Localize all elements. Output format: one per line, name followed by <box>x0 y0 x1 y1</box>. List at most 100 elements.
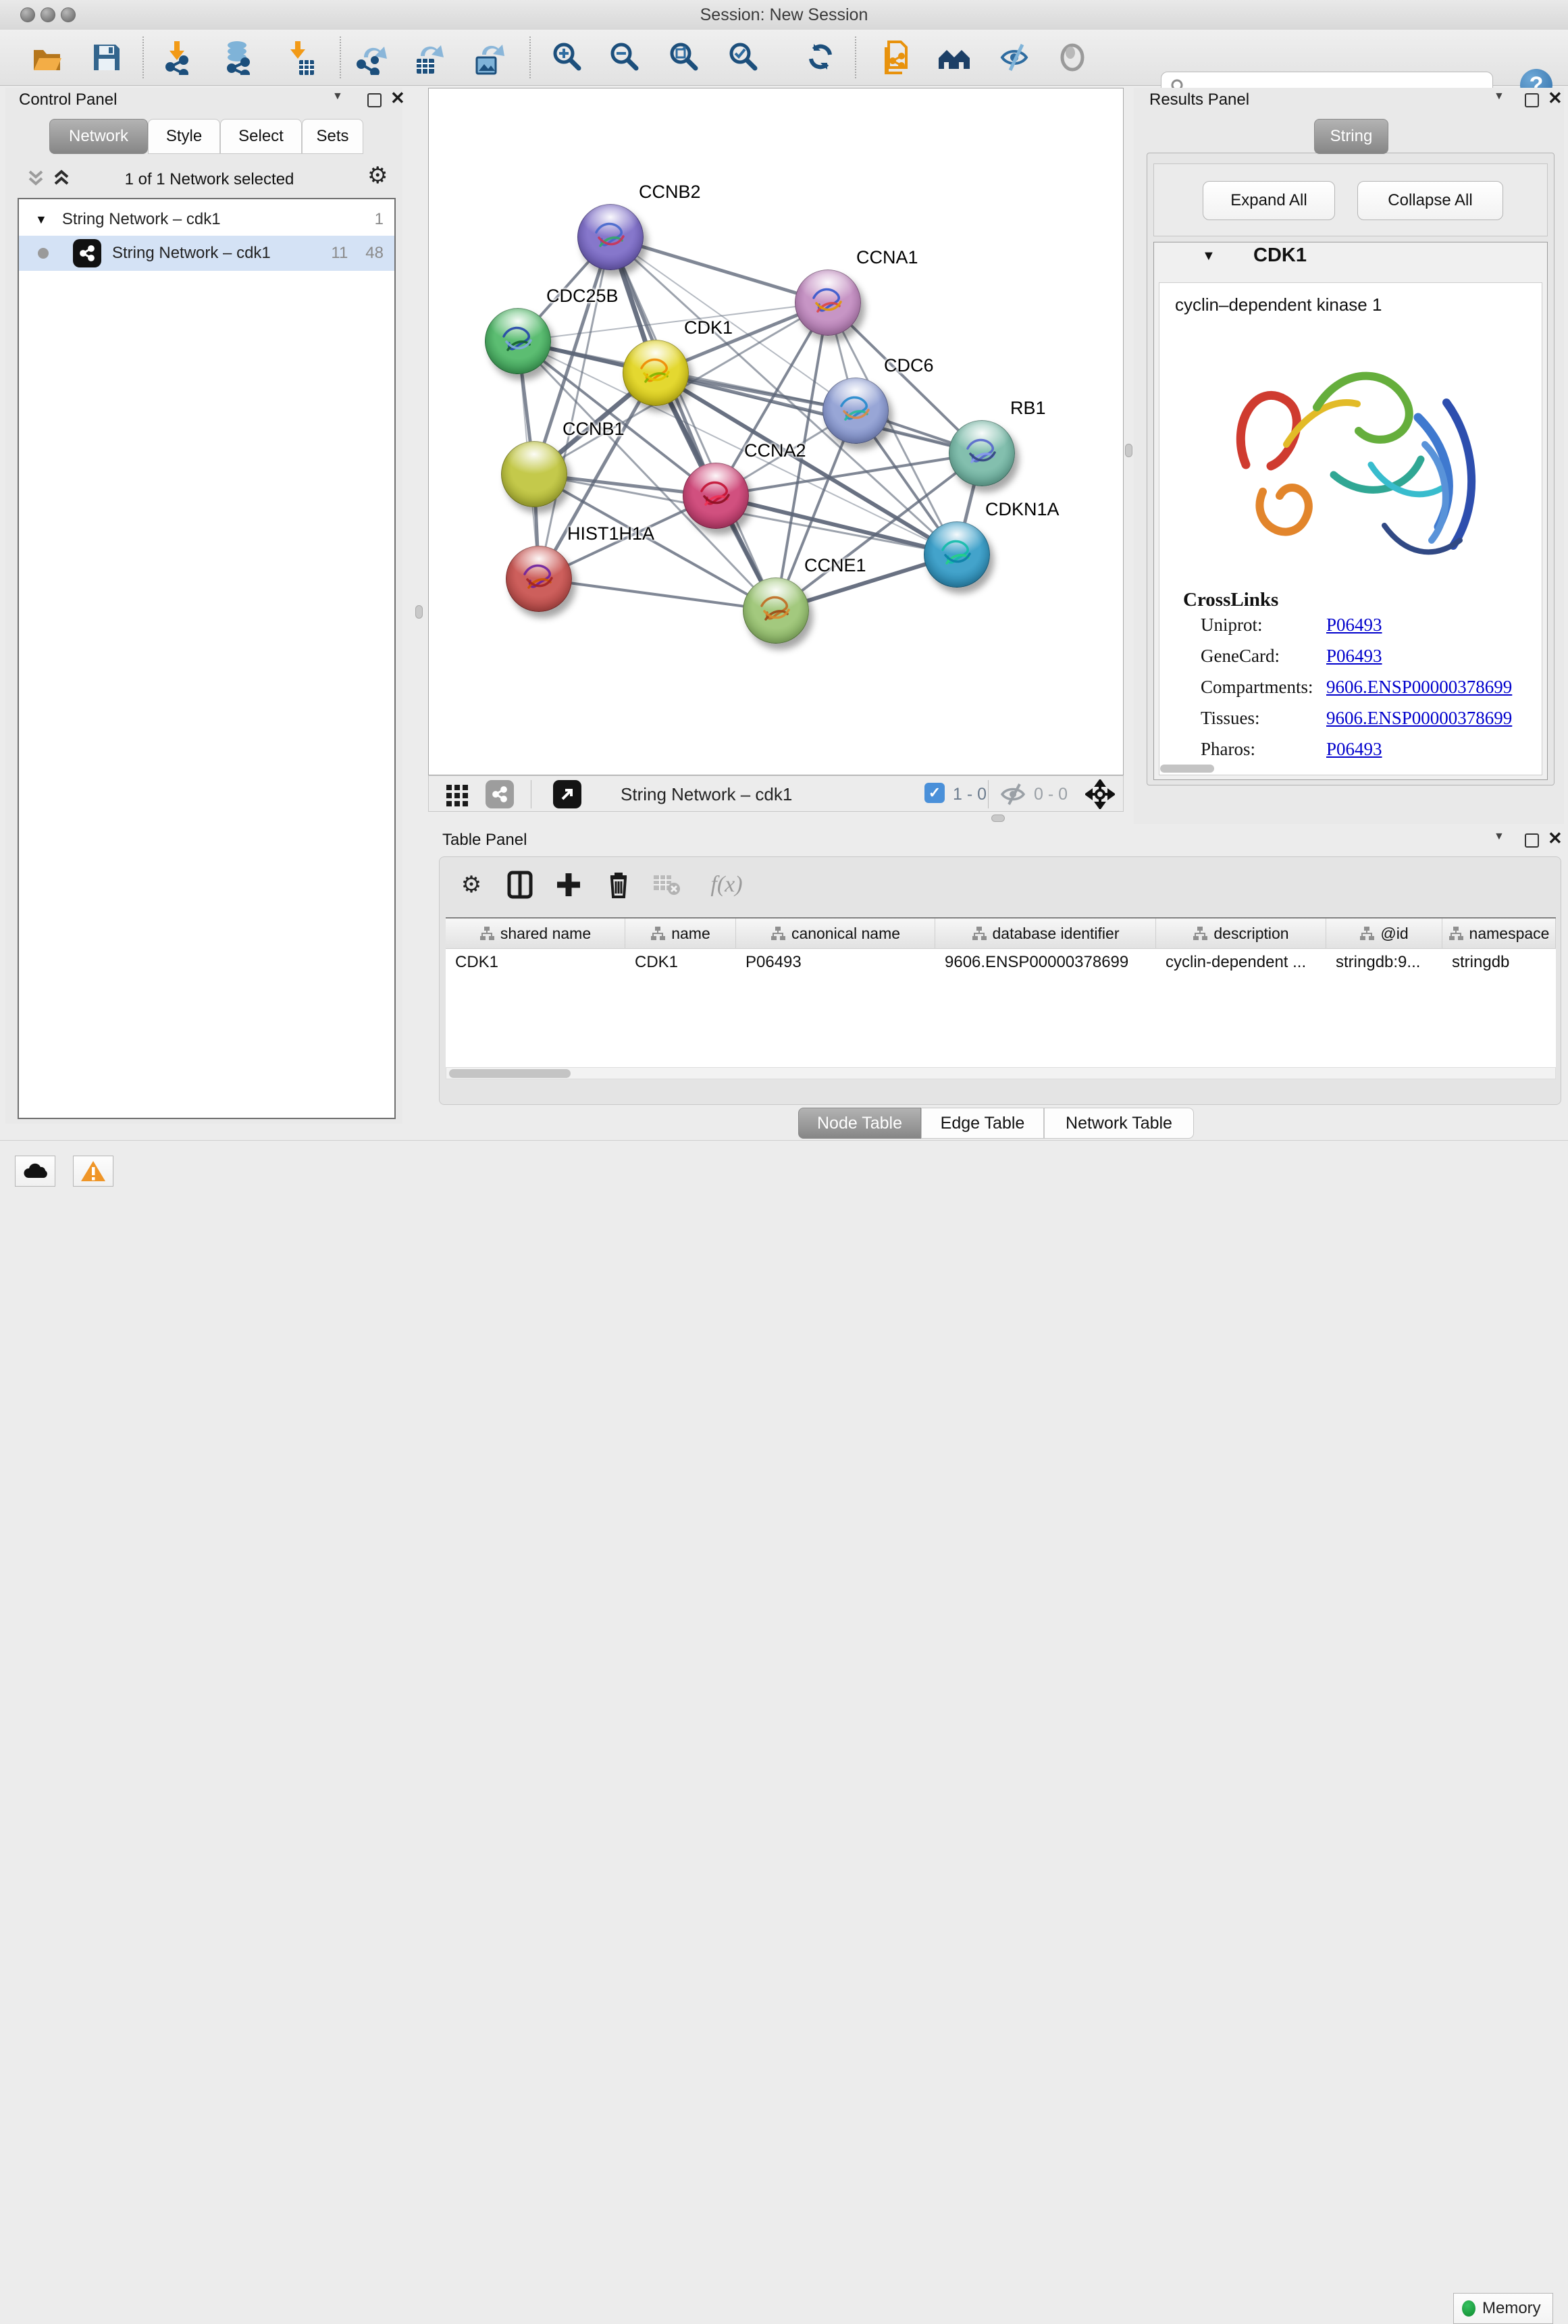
table-cell[interactable]: stringdb:9... <box>1326 949 1442 976</box>
network-node-CCNA1[interactable] <box>795 269 861 336</box>
tab-style[interactable]: Style <box>148 119 220 154</box>
crosslink-link[interactable]: P06493 <box>1326 615 1382 642</box>
warning-status-icon[interactable] <box>73 1156 113 1187</box>
control-panel-menu-icon[interactable] <box>332 91 343 103</box>
right-splitter-handle[interactable] <box>1125 444 1132 457</box>
results-panel-menu-icon[interactable] <box>1494 91 1505 103</box>
tab-sets[interactable]: Sets <box>302 119 363 154</box>
column-header--id[interactable]: @id <box>1326 919 1442 948</box>
tab-node-table[interactable]: Node Table <box>798 1108 921 1139</box>
zoom-in-icon[interactable] <box>550 38 585 77</box>
open-session-icon[interactable] <box>30 38 65 77</box>
gene-collapse-icon[interactable]: ▼ <box>1202 249 1216 264</box>
detach-view-icon[interactable] <box>553 780 581 808</box>
table-cell[interactable]: P06493 <box>736 949 935 976</box>
hide-selected-icon[interactable] <box>998 38 1033 77</box>
export-network-icon[interactable] <box>355 38 390 77</box>
save-session-icon[interactable] <box>89 38 124 77</box>
network-edge[interactable] <box>610 237 776 611</box>
table-hscrollbar[interactable] <box>446 1067 1556 1079</box>
crosslink-link[interactable]: P06493 <box>1326 646 1382 673</box>
collapse-all-button[interactable]: Collapse All <box>1357 181 1503 220</box>
network-node-CCNB2[interactable] <box>577 204 644 270</box>
tab-network[interactable]: Network <box>49 119 148 154</box>
table-panel-menu-icon[interactable] <box>1494 831 1505 843</box>
network-canvas[interactable]: CCNB2CCNA1CDC25BCDK1CDC6RB1CCNB1CCNA2CDK… <box>428 88 1124 775</box>
table-hscroll-thumb[interactable] <box>449 1069 571 1078</box>
crosslink-link[interactable]: 9606.ENSP00000378699 <box>1326 708 1512 735</box>
gene-description: cyclin–dependent kinase 1 <box>1175 294 1382 315</box>
export-image-icon[interactable] <box>471 38 506 77</box>
column-header-namespace[interactable]: namespace <box>1442 919 1556 948</box>
control-panel-float-icon[interactable] <box>367 93 382 107</box>
crosslink-link[interactable]: P06493 <box>1326 739 1382 766</box>
pan-mode-icon[interactable] <box>1085 780 1115 808</box>
node-label: CCNA1 <box>856 247 918 268</box>
zoom-selected-icon[interactable] <box>726 38 761 77</box>
results-panel-float-icon[interactable] <box>1525 93 1539 107</box>
tab-edge-table[interactable]: Edge Table <box>921 1108 1044 1139</box>
network-node-CCNB1[interactable] <box>501 441 567 507</box>
table-cell[interactable]: stringdb <box>1442 949 1556 976</box>
show-columns-icon[interactable] <box>505 869 535 901</box>
network-node-CCNA2[interactable] <box>683 463 749 529</box>
table-panel-close-icon[interactable] <box>1548 828 1563 849</box>
table-cell[interactable]: cyclin-dependent ... <box>1156 949 1326 976</box>
delete-column-icon[interactable] <box>604 869 633 901</box>
network-view-icon[interactable] <box>486 780 514 808</box>
column-header-database-identifier[interactable]: database identifier <box>935 919 1156 948</box>
home-icon[interactable] <box>936 38 971 77</box>
table-row[interactable]: CDK1CDK1P064939606.ENSP00000378699cyclin… <box>446 949 1556 976</box>
table-cell[interactable]: 9606.ENSP00000378699 <box>935 949 1156 976</box>
delete-table-icon[interactable] <box>651 869 682 901</box>
column-header-shared-name[interactable]: shared name <box>446 919 625 948</box>
show-all-icon[interactable] <box>1055 38 1091 77</box>
tab-string[interactable]: String <box>1314 119 1388 154</box>
network-node-CDK1[interactable] <box>623 340 689 406</box>
string-document-icon[interactable] <box>879 38 914 77</box>
table-cell[interactable]: CDK1 <box>446 949 625 976</box>
network-panel-gear-icon[interactable] <box>367 162 388 189</box>
network-type-icon <box>73 239 101 267</box>
column-header-name[interactable]: name <box>625 919 736 948</box>
collection-expand-icon[interactable]: ▼ <box>35 213 47 227</box>
network-collection-row[interactable]: ▼ String Network – cdk1 1 <box>19 203 394 236</box>
import-network-file-icon[interactable] <box>160 38 195 77</box>
cloud-status-icon[interactable] <box>15 1156 55 1187</box>
table-cell[interactable]: CDK1 <box>625 949 736 976</box>
import-table-file-icon[interactable] <box>282 38 317 77</box>
column-header-canonical-name[interactable]: canonical name <box>736 919 935 948</box>
network-node-HIST1H1A[interactable] <box>506 546 572 612</box>
collapse-all-networks-icon[interactable] <box>24 169 47 191</box>
network-node-CDKN1A[interactable] <box>924 521 990 588</box>
function-builder-icon[interactable]: f(x) <box>700 869 754 901</box>
memory-button[interactable]: Memory <box>1453 2293 1553 2324</box>
control-panel-close-icon[interactable] <box>390 88 405 109</box>
bottom-splitter-handle[interactable] <box>991 815 1005 822</box>
column-header-description[interactable]: description <box>1156 919 1326 948</box>
network-node-RB1[interactable] <box>949 420 1015 486</box>
network-node-CDC25B[interactable] <box>485 308 551 374</box>
tab-network-table[interactable]: Network Table <box>1044 1108 1194 1139</box>
results-panel-close-icon[interactable] <box>1548 88 1563 109</box>
import-network-database-icon[interactable] <box>220 38 255 77</box>
expand-all-networks-icon[interactable] <box>50 169 73 191</box>
selected-nodes-checkbox[interactable] <box>924 783 945 803</box>
left-splitter-handle[interactable] <box>415 605 423 619</box>
network-edge[interactable] <box>539 579 776 611</box>
network-node-CCNE1[interactable] <box>743 577 809 644</box>
export-table-icon[interactable] <box>411 38 446 77</box>
tab-select[interactable]: Select <box>220 119 302 154</box>
network-node-CDC6[interactable] <box>822 378 889 444</box>
table-settings-icon[interactable] <box>456 869 486 901</box>
refresh-view-icon[interactable] <box>804 38 839 77</box>
add-column-icon[interactable] <box>554 869 583 901</box>
network-row-selected[interactable]: String Network – cdk1 11 48 <box>19 236 394 271</box>
zoom-out-icon[interactable] <box>607 38 642 77</box>
table-panel-float-icon[interactable] <box>1525 833 1539 848</box>
grid-view-icon[interactable] <box>444 780 471 808</box>
crosslink-link[interactable]: 9606.ENSP00000378699 <box>1326 677 1512 704</box>
zoom-fit-icon[interactable] <box>667 38 702 77</box>
results-hscroll-thumb[interactable] <box>1160 765 1214 773</box>
expand-all-button[interactable]: Expand All <box>1203 181 1335 220</box>
